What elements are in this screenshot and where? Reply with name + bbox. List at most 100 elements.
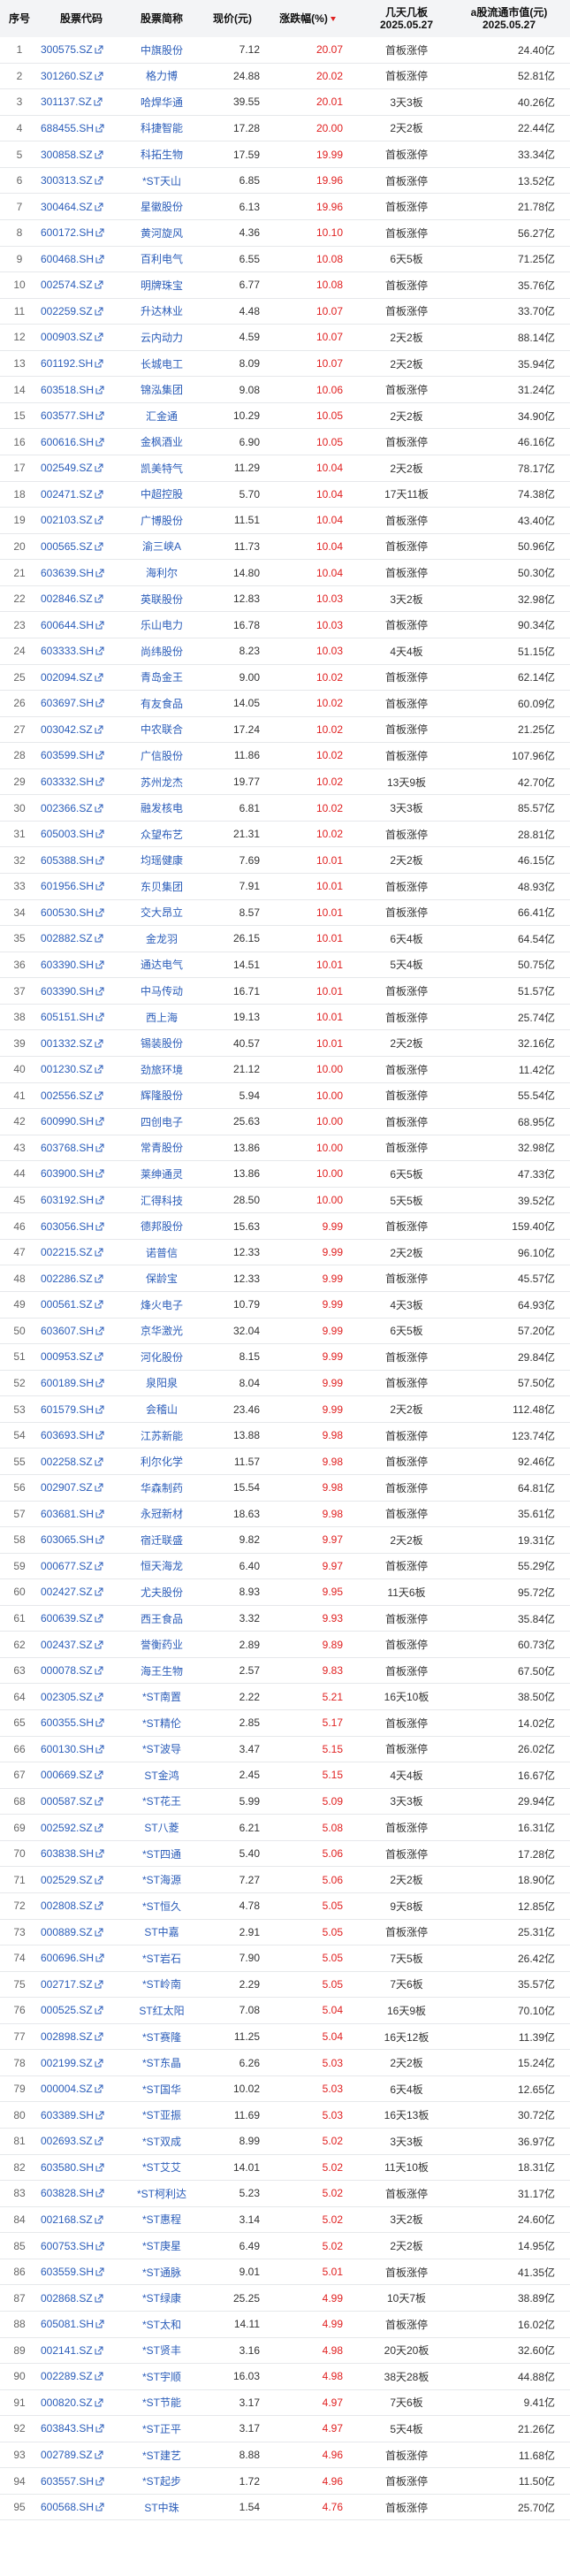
table-row[interactable]: 55 002258.SZ 利尔化学 11.57 9.98 首板涨停 92.46亿 (0, 1449, 570, 1475)
stock-code-link-text[interactable]: 000525.SZ (41, 2004, 93, 2016)
stock-name-link-text[interactable]: 金龙羽 (146, 931, 178, 946)
table-row[interactable]: 36 603390.SH 通达电气 14.51 10.01 5天4板 50.75亿 (0, 952, 570, 979)
stock-name-link-text[interactable]: 锡装股份 (141, 1036, 183, 1051)
header-name[interactable]: 股票简称 (124, 0, 200, 37)
stock-name-link[interactable]: 莱绅通灵 (124, 1161, 200, 1187)
stock-code-link[interactable]: 600568.SH (41, 2495, 122, 2520)
table-row[interactable]: 85 600753.SH *ST庚星 6.49 5.02 2天2板 14.95亿 (0, 2233, 570, 2259)
stock-name-link-text[interactable]: 河化股份 (141, 1349, 183, 1364)
stock-code-link[interactable]: 000889.SZ (41, 1920, 122, 1945)
stock-name-link[interactable]: 尚纬股份 (124, 638, 200, 664)
external-link-icon[interactable] (95, 1013, 104, 1021)
table-row[interactable]: 1 300575.SZ 中旗股份 7.12 20.07 首板涨停 24.40亿 (0, 37, 570, 64)
stock-code-link-text[interactable]: 605388.SH (41, 854, 94, 867)
stock-code-link-text[interactable]: 002556.SZ (41, 1089, 93, 1102)
external-link-icon[interactable] (95, 2215, 103, 2224)
stock-name-link-text[interactable]: 中旗股份 (141, 42, 183, 57)
stock-code-link-text[interactable]: 002427.SZ (41, 1586, 93, 1598)
external-link-icon[interactable] (95, 124, 104, 133)
table-row[interactable]: 61 600639.SZ 西王食品 3.32 9.93 首板涨停 35.84亿 (0, 1606, 570, 1632)
table-row[interactable]: 53 601579.SH 会稽山 23.46 9.99 2天2板 112.48亿 (0, 1396, 570, 1423)
external-link-icon[interactable] (95, 882, 104, 891)
stock-name-link-text[interactable]: 科拓生物 (141, 147, 183, 162)
external-link-icon[interactable] (95, 1352, 103, 1361)
stock-name-link-text[interactable]: 凯美特气 (141, 461, 183, 476)
stock-code-link-text[interactable]: 603192.SH (41, 1194, 94, 1206)
stock-name-link-text[interactable]: 海王生物 (141, 1663, 183, 1678)
stock-name-link-text[interactable]: *ST东晶 (142, 2055, 181, 2070)
external-link-icon[interactable] (95, 1849, 104, 1858)
stock-name-link-text[interactable]: *ST国华 (142, 2082, 181, 2097)
stock-name-link-text[interactable]: *ST天山 (142, 173, 181, 188)
stock-name-link[interactable]: 尤夫股份 (124, 1579, 200, 1605)
external-link-icon[interactable] (95, 2084, 103, 2093)
stock-code-link[interactable]: 603838.SH (41, 1841, 122, 1867)
table-row[interactable]: 2 301260.SZ 格力博 24.88 20.02 首板涨停 52.81亿 (0, 64, 570, 90)
stock-code-link-text[interactable]: 000953.SZ (41, 1350, 93, 1363)
stock-name-link-text[interactable]: 常青股份 (141, 1140, 183, 1155)
stock-name-link-text[interactable]: 交大昂立 (141, 905, 183, 920)
stock-code-link-text[interactable]: 600639.SZ (41, 1612, 93, 1624)
stock-code-link-text[interactable]: 603577.SH (41, 409, 94, 422)
table-row[interactable]: 87 002868.SZ *ST绿康 25.25 4.99 10天7板 38.89亿 (0, 2285, 570, 2312)
table-row[interactable]: 34 600530.SH 交大昂立 8.57 10.01 首板涨停 66.41亿 (0, 900, 570, 927)
external-link-icon[interactable] (95, 699, 104, 707)
stock-code-link-text[interactable]: 603838.SH (41, 1847, 94, 1860)
stock-name-link-text[interactable]: 利尔化学 (141, 1454, 183, 1469)
table-row[interactable]: 50 603607.SH 京华激光 32.04 9.99 6天5板 57.20亿 (0, 1319, 570, 1345)
external-link-icon[interactable] (95, 2189, 104, 2198)
table-row[interactable]: 72 002808.SZ *ST恒久 4.78 5.05 9天8板 12.85亿 (0, 1893, 570, 1920)
header-code[interactable]: 股票代码 (41, 0, 122, 37)
external-link-icon[interactable] (95, 411, 104, 420)
stock-code-link-text[interactable]: 000078.SZ (41, 1664, 93, 1677)
table-row[interactable]: 9 600468.SH 百利电气 6.55 10.08 6天5板 71.25亿 (0, 247, 570, 273)
stock-code-link-text[interactable]: 002549.SZ (41, 462, 93, 474)
stock-name-link[interactable]: 苏州龙杰 (124, 769, 200, 795)
table-row[interactable]: 17 002549.SZ 凯美特气 11.29 10.04 2天2板 78.17亿 (0, 455, 570, 482)
table-row[interactable]: 20 000565.SZ 渝三峡A 11.73 10.04 首板涨停 50.96亿 (0, 534, 570, 561)
stock-code-link-text[interactable]: 002693.SZ (41, 2135, 93, 2147)
stock-code-link[interactable]: 600644.SH (41, 612, 122, 638)
stock-name-link[interactable]: 哈焊华通 (124, 89, 200, 115)
external-link-icon[interactable] (95, 1666, 103, 1675)
stock-name-link-text[interactable]: *ST波导 (142, 1741, 181, 1756)
stock-name-link[interactable]: *ST绿康 (124, 2285, 200, 2311)
stock-code-link[interactable]: 603518.SH (41, 377, 122, 402)
stock-code-link[interactable]: 603843.SH (41, 2416, 122, 2442)
stock-code-link-text[interactable]: 601579.SH (41, 1403, 94, 1416)
stock-name-link-text[interactable]: ST中珠 (144, 2500, 179, 2515)
external-link-icon[interactable] (95, 804, 103, 813)
stock-name-link-text[interactable]: *ST南置 (142, 1689, 181, 1704)
stock-code-link[interactable]: 603607.SH (41, 1319, 122, 1344)
stock-code-link-text[interactable]: 603599.SH (41, 749, 94, 761)
stock-code-link-text[interactable]: 603559.SH (41, 2266, 94, 2278)
stock-code-link[interactable]: 001230.SZ (41, 1057, 122, 1082)
stock-name-link[interactable]: 明牌珠宝 (124, 272, 200, 298)
external-link-icon[interactable] (95, 2424, 104, 2433)
stock-name-link[interactable]: 誉衡药业 (124, 1632, 200, 1657)
stock-name-link[interactable]: *ST贤丰 (124, 2338, 200, 2364)
stock-code-link-text[interactable]: 002898.SZ (41, 2030, 93, 2043)
stock-name-link[interactable]: 华森制药 (124, 1475, 200, 1501)
stock-name-link-text[interactable]: 泉阳泉 (146, 1375, 178, 1390)
stock-name-link[interactable]: 广信股份 (124, 743, 200, 768)
stock-code-link-text[interactable]: 300575.SZ (41, 43, 93, 56)
stock-code-link-text[interactable]: 601192.SH (41, 357, 93, 370)
stock-code-link-text[interactable]: 002717.SZ (41, 1978, 93, 1991)
stock-name-link-text[interactable]: 广信股份 (141, 748, 183, 763)
stock-name-link-text[interactable]: 誉衡药业 (141, 1637, 183, 1652)
external-link-icon[interactable] (95, 856, 104, 865)
table-row[interactable]: 74 600696.SH *ST岩石 7.90 5.05 7天5板 26.42亿 (0, 1945, 570, 1972)
stock-name-link-text[interactable]: 有友食品 (141, 696, 183, 711)
table-row[interactable]: 31 605003.SH 众望布艺 21.31 10.02 首板涨停 28.81亿 (0, 822, 570, 848)
external-link-icon[interactable] (95, 2450, 103, 2459)
stock-name-link[interactable]: *ST波导 (124, 1737, 200, 1762)
stock-name-link[interactable]: 诺普信 (124, 1240, 200, 1265)
stock-name-link[interactable]: 海王生物 (124, 1658, 200, 1684)
external-link-icon[interactable] (95, 646, 104, 655)
stock-code-link-text[interactable]: 002286.SZ (41, 1273, 93, 1285)
stock-code-link[interactable]: 002574.SZ (41, 272, 122, 298)
table-row[interactable]: 5 300858.SZ 科拓生物 17.59 19.99 首板涨停 33.34亿 (0, 141, 570, 168)
stock-code-link[interactable]: 002717.SZ (41, 1972, 122, 1998)
stock-name-link-text[interactable]: 华森制药 (141, 1480, 183, 1495)
